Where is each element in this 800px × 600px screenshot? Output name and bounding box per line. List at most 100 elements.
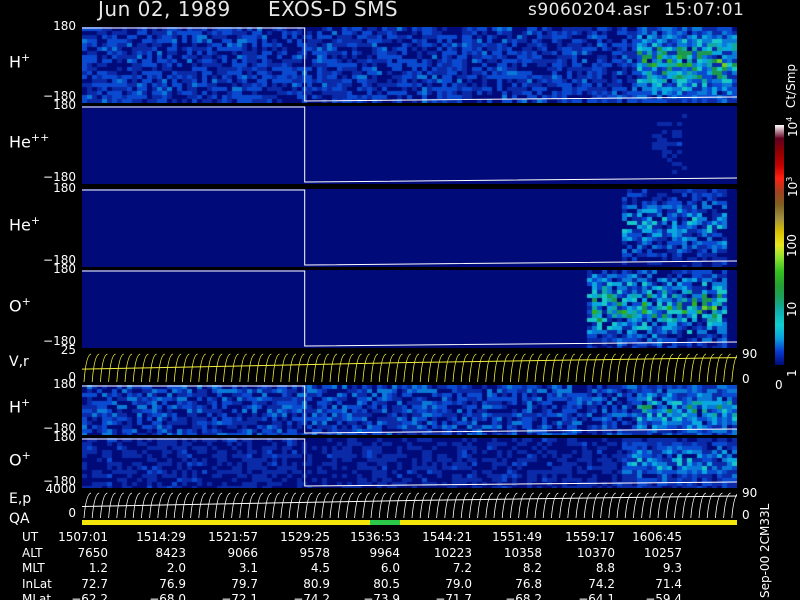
colorbar-zero: 0	[775, 378, 783, 392]
panel-label-7: E,p	[9, 491, 32, 507]
panel-trace	[82, 438, 737, 487]
panel-7	[82, 490, 737, 520]
colorbar-tick: 104	[785, 117, 800, 137]
table-cell: 10358	[503, 545, 542, 560]
panel-label-2: He+	[9, 214, 40, 234]
table-cell: 1559:17	[565, 530, 615, 544]
colorbar-tick-value: 10	[786, 121, 800, 137]
panel-label-6: O+	[9, 449, 31, 469]
panel-label-3: O+	[9, 295, 31, 315]
sweep-lines	[82, 353, 737, 383]
plot-time: 15:07:01	[664, 0, 745, 20]
table-cell: −68.2	[505, 592, 542, 600]
table-cell: 10370	[576, 545, 615, 560]
panel-3	[82, 270, 737, 348]
ytick-right-4: 90	[742, 347, 758, 361]
colorbar-tick-value: 10	[786, 181, 800, 197]
table-cell: 8.2	[522, 561, 542, 575]
baseline-trace	[82, 495, 737, 507]
table-cell: 7650	[77, 545, 108, 560]
panel-label-sup: +	[21, 396, 31, 409]
table-cell: 1529:25	[280, 530, 330, 544]
table-cell: −71.7	[435, 592, 472, 600]
table-cell: 9578	[299, 545, 330, 560]
table-cell: 71.4	[655, 576, 682, 591]
table-cell: −62.2	[71, 592, 108, 600]
panel-label-sup: ++	[30, 131, 50, 144]
table-cell: 4.5	[310, 561, 330, 575]
trace-line	[82, 189, 737, 266]
table-cell: 3.1	[238, 561, 258, 575]
table-cell: 10257	[643, 545, 682, 560]
table-cell: 6.0	[380, 561, 400, 575]
sms-plot: Jun 02, 1989 EXOS-D SMS s9060204.asr 15:…	[0, 0, 800, 600]
table-cell: 1514:29	[136, 530, 186, 544]
table-cell: 79.7	[231, 576, 258, 591]
table-cell: 1536:53	[350, 530, 400, 544]
table-cell: −74.2	[293, 592, 330, 600]
table-cell: 1.2	[88, 561, 108, 575]
side-date: Sep-00 2CM33L	[758, 503, 772, 598]
colorbar-tick-sup: 4	[785, 116, 794, 122]
sweep-lines	[82, 492, 737, 519]
ytick-top-6: 180	[53, 430, 76, 444]
panel-label-1: He++	[9, 131, 49, 151]
ytick-top-2: 180	[53, 181, 76, 195]
table-cell: 76.9	[159, 576, 186, 591]
ytick-top-1: 180	[53, 98, 76, 112]
panel-label-main: H	[9, 397, 22, 417]
panel-trace	[82, 270, 737, 347]
panel-5	[82, 385, 737, 435]
table-cell: −73.9	[363, 592, 400, 600]
table-row-label: UT	[22, 530, 39, 544]
colorbar-tick-value: 10	[785, 301, 799, 317]
table-cell: 8.8	[595, 561, 615, 575]
ytick-right-bottom-7: 0	[742, 508, 750, 522]
colorbar-tick: 103	[785, 177, 800, 197]
table-cell: 10223	[433, 545, 472, 560]
panel-label-0: H+	[9, 51, 30, 71]
panel-label-sup: +	[30, 214, 41, 227]
qa-label: QA	[9, 511, 30, 527]
plot-file: s9060204.asr	[528, 0, 651, 20]
panel-trace	[82, 106, 737, 183]
colorbar-tick: 100	[785, 234, 799, 257]
qa-bar	[82, 520, 737, 525]
panel-label-main: O	[9, 450, 22, 470]
ytick-top-4: 25	[60, 343, 76, 357]
plot-date: Jun 02, 1989	[98, 0, 231, 21]
table-cell: 9.3	[662, 561, 682, 575]
trace-line	[82, 385, 737, 434]
panel-label-sup: +	[21, 295, 31, 308]
colorbar-tick: 1	[785, 369, 799, 377]
trace-line	[82, 106, 737, 183]
sweep-path	[83, 353, 737, 383]
table-cell: 8423	[155, 545, 186, 560]
table-cell: −72.1	[221, 592, 258, 600]
panel-1	[82, 106, 737, 184]
ytick-top-7: 4000	[45, 482, 76, 496]
panel-0	[82, 27, 737, 103]
colorbar-tick-value: 1	[785, 369, 799, 377]
table-cell: 9964	[369, 545, 400, 560]
panel-label-main: He	[9, 132, 31, 152]
sweep-path	[83, 492, 737, 519]
plot-instrument: EXOS-D SMS	[268, 0, 399, 21]
table-cell: −64.1	[578, 592, 615, 600]
table-cell: 1521:57	[208, 530, 258, 544]
panel-label-5: H+	[9, 396, 30, 416]
table-cell: 76.8	[515, 576, 542, 591]
panel-label-main: H	[9, 52, 22, 72]
table-cell: 1544:21	[422, 530, 472, 544]
table-cell: 9066	[227, 545, 258, 560]
panel-trace	[82, 189, 737, 266]
table-cell: −68.0	[149, 592, 186, 600]
table-cell: 74.2	[588, 576, 615, 591]
ytick-right-bottom-4: 0	[742, 372, 750, 386]
panel-trace	[82, 385, 737, 434]
panel-trace	[82, 27, 737, 102]
table-cell: 79.0	[445, 576, 472, 591]
panel-label-main: O	[9, 296, 22, 316]
panel-label-4: V,r	[9, 353, 29, 370]
trace-line	[82, 27, 737, 102]
